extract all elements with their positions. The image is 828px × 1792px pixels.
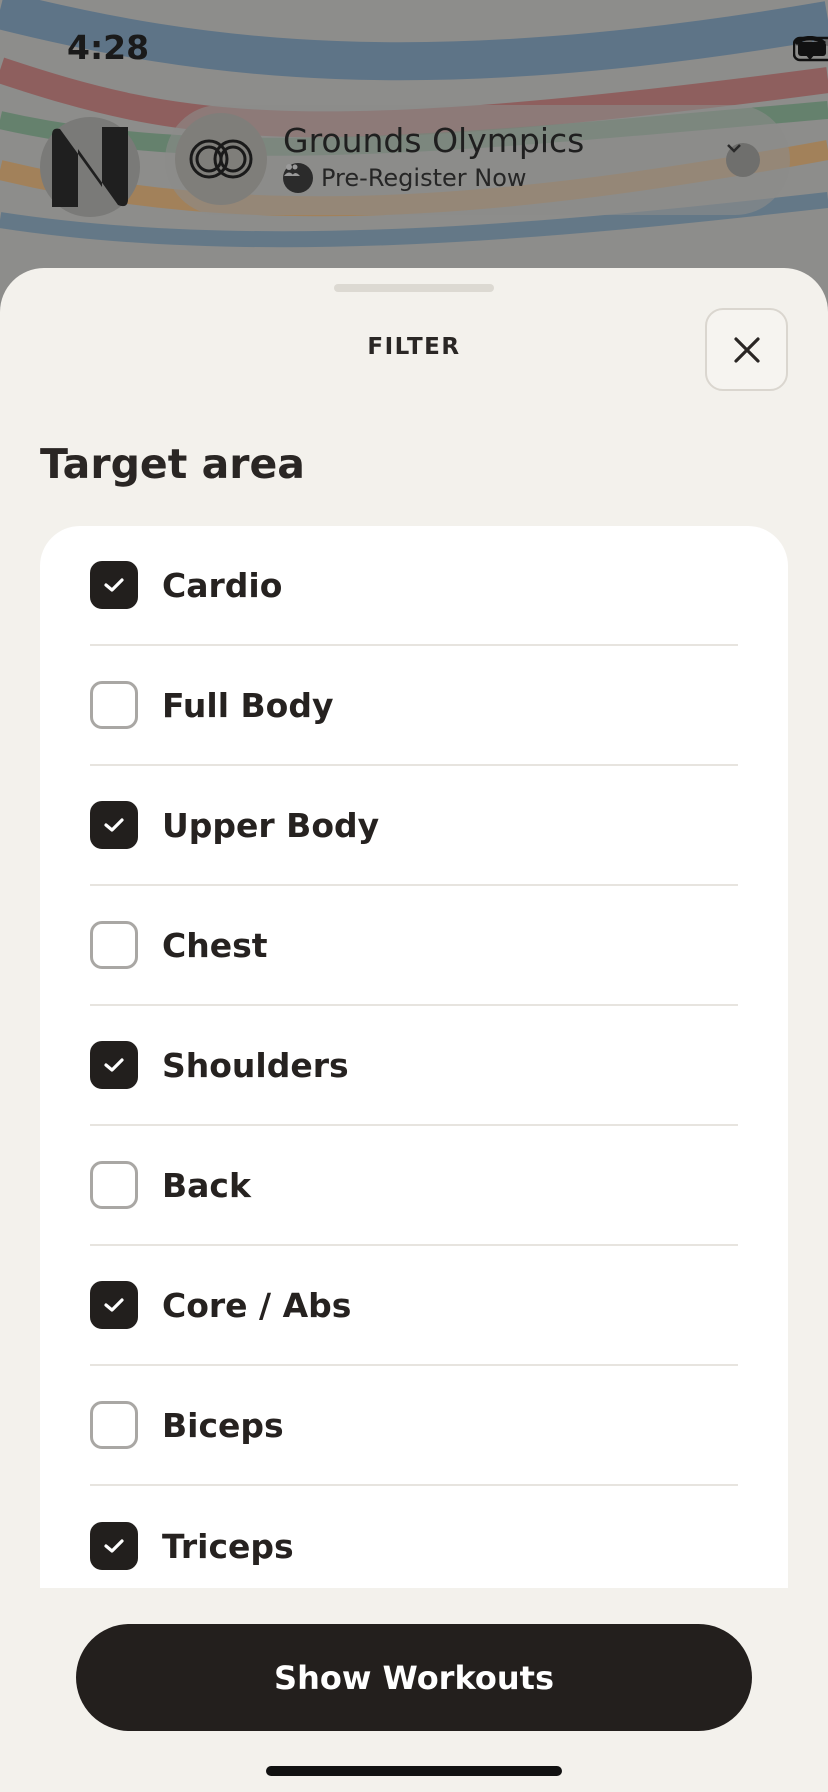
background-header: 4:28 Grounds Olympics Pre-Register Now: [0, 0, 828, 300]
event-logo: [175, 113, 267, 205]
battery-icon: [793, 36, 828, 62]
option-row-full-body[interactable]: Full Body: [90, 646, 738, 766]
checkbox[interactable]: [90, 681, 138, 729]
filter-sheet: FILTER Target area Cardio Full Body Uppe…: [0, 268, 828, 1792]
close-button[interactable]: [705, 308, 788, 391]
option-row-shoulders[interactable]: Shoulders: [90, 1006, 738, 1126]
option-label: Triceps: [162, 1526, 294, 1566]
option-label: Upper Body: [162, 805, 380, 845]
option-label: Cardio: [162, 565, 283, 605]
event-subtitle: Pre-Register Now: [283, 163, 527, 193]
checkbox[interactable]: [90, 1161, 138, 1209]
checkbox[interactable]: [90, 1281, 138, 1329]
option-label: Chest: [162, 925, 268, 965]
status-time: 4:28: [67, 28, 150, 67]
brand-row: Grounds Olympics Pre-Register Now: [40, 105, 790, 217]
check-icon: [104, 578, 124, 592]
sheet-grabber[interactable]: [334, 284, 494, 292]
section-title: Target area: [40, 440, 305, 488]
status-bar: 4:28: [0, 0, 828, 100]
checkbox[interactable]: [90, 561, 138, 609]
option-row-back[interactable]: Back: [90, 1126, 738, 1246]
option-row-chest[interactable]: Chest: [90, 886, 738, 1006]
option-row-biceps[interactable]: Biceps: [90, 1366, 738, 1486]
options-card: Cardio Full Body Upper Body Chest Should…: [40, 526, 788, 1588]
checkbox[interactable]: [90, 921, 138, 969]
check-icon: [104, 818, 124, 832]
checkbox[interactable]: [90, 801, 138, 849]
event-title: Grounds Olympics: [283, 121, 585, 160]
go-logo-icon: [189, 139, 253, 179]
check-icon: [104, 1058, 124, 1072]
check-icon: [104, 1539, 124, 1553]
checkbox[interactable]: [90, 1522, 138, 1570]
option-row-core-abs[interactable]: Core / Abs: [90, 1246, 738, 1366]
option-row-upper-body[interactable]: Upper Body: [90, 766, 738, 886]
option-label: Back: [162, 1165, 251, 1205]
chevron-down-icon[interactable]: [726, 143, 760, 177]
n-logo-icon: [52, 127, 128, 207]
option-label: Biceps: [162, 1405, 284, 1445]
option-label: Full Body: [162, 685, 334, 725]
check-icon: [104, 1298, 124, 1312]
checkbox[interactable]: [90, 1401, 138, 1449]
sheet-title: FILTER: [367, 334, 461, 360]
option-row-cardio[interactable]: Cardio: [90, 526, 738, 646]
option-row-triceps[interactable]: Triceps: [90, 1486, 738, 1588]
checkbox[interactable]: [90, 1041, 138, 1089]
event-subtitle-text: Pre-Register Now: [321, 164, 527, 192]
close-icon: [733, 336, 760, 363]
show-workouts-button[interactable]: Show Workouts: [76, 1624, 752, 1731]
event-selector[interactable]: Grounds Olympics Pre-Register Now: [165, 105, 790, 215]
home-indicator: [266, 1766, 562, 1776]
brand-logo[interactable]: [40, 117, 140, 217]
option-label: Core / Abs: [162, 1285, 352, 1325]
option-label: Shoulders: [162, 1045, 349, 1085]
users-icon: [283, 163, 313, 193]
